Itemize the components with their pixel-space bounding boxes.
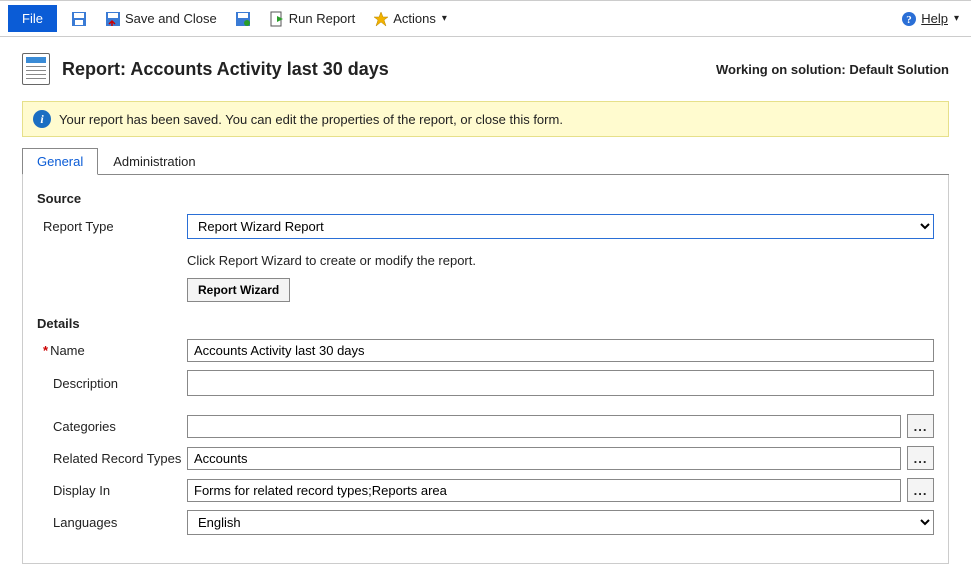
- save-as-icon: [235, 11, 251, 27]
- label-name: *Name: [37, 343, 187, 358]
- page-title: Report: Accounts Activity last 30 days: [62, 59, 389, 80]
- form-general: Source Report Type Report Wizard Report …: [22, 175, 949, 564]
- save-button[interactable]: [67, 9, 91, 29]
- report-type-select[interactable]: Report Wizard Report: [187, 214, 934, 239]
- save-close-label: Save and Close: [125, 11, 217, 26]
- label-languages: Languages: [37, 515, 187, 530]
- display-in-lookup-button[interactable]: ...: [907, 478, 934, 502]
- info-banner-text: Your report has been saved. You can edit…: [59, 112, 563, 127]
- actions-label: Actions: [393, 11, 436, 26]
- top-toolbar: File Save and Close Run Report Actions ▾…: [0, 0, 971, 37]
- save-icon: [71, 11, 87, 27]
- description-field[interactable]: [187, 370, 934, 396]
- file-menu-button[interactable]: File: [8, 5, 57, 32]
- save-and-close-button[interactable]: Save and Close: [101, 9, 221, 29]
- caret-down-icon: ▾: [442, 13, 447, 24]
- report-wizard-button[interactable]: Report Wizard: [187, 278, 290, 302]
- label-report-type: Report Type: [37, 219, 187, 234]
- report-type-hint: Click Report Wizard to create or modify …: [187, 253, 934, 268]
- label-description: Description: [37, 376, 187, 391]
- actions-icon: [373, 11, 389, 27]
- related-record-types-field[interactable]: [187, 447, 901, 470]
- save-close-icon: [105, 11, 121, 27]
- working-solution-label: Working on solution: Default Solution: [716, 62, 949, 77]
- help-icon: ?: [901, 11, 917, 27]
- display-in-field[interactable]: [187, 479, 901, 502]
- section-source: Source: [37, 191, 934, 206]
- run-report-button[interactable]: Run Report: [265, 9, 359, 29]
- tab-general[interactable]: General: [22, 148, 98, 175]
- label-display-in: Display In: [37, 483, 187, 498]
- tab-administration[interactable]: Administration: [98, 148, 210, 175]
- related-record-types-lookup-button[interactable]: ...: [907, 446, 934, 470]
- section-details: Details: [37, 316, 934, 331]
- run-report-icon: [269, 11, 285, 27]
- info-icon: i: [33, 110, 51, 128]
- save-as-button[interactable]: [231, 9, 255, 29]
- categories-field[interactable]: [187, 415, 901, 438]
- label-categories: Categories: [37, 419, 187, 434]
- run-report-label: Run Report: [289, 11, 355, 26]
- svg-text:?: ?: [906, 14, 912, 26]
- help-label: Help: [921, 11, 948, 26]
- languages-select[interactable]: English: [187, 510, 934, 535]
- report-icon: [22, 53, 50, 85]
- tabs: General Administration: [22, 147, 949, 175]
- caret-down-icon: ▾: [954, 13, 959, 24]
- name-field[interactable]: [187, 339, 934, 362]
- info-banner: i Your report has been saved. You can ed…: [22, 101, 949, 137]
- label-related-record-types: Related Record Types: [37, 451, 187, 466]
- actions-menu[interactable]: Actions ▾: [369, 9, 451, 29]
- categories-lookup-button[interactable]: ...: [907, 414, 934, 438]
- page-header: Report: Accounts Activity last 30 days W…: [0, 37, 971, 95]
- help-menu[interactable]: ? Help ▾: [897, 9, 963, 29]
